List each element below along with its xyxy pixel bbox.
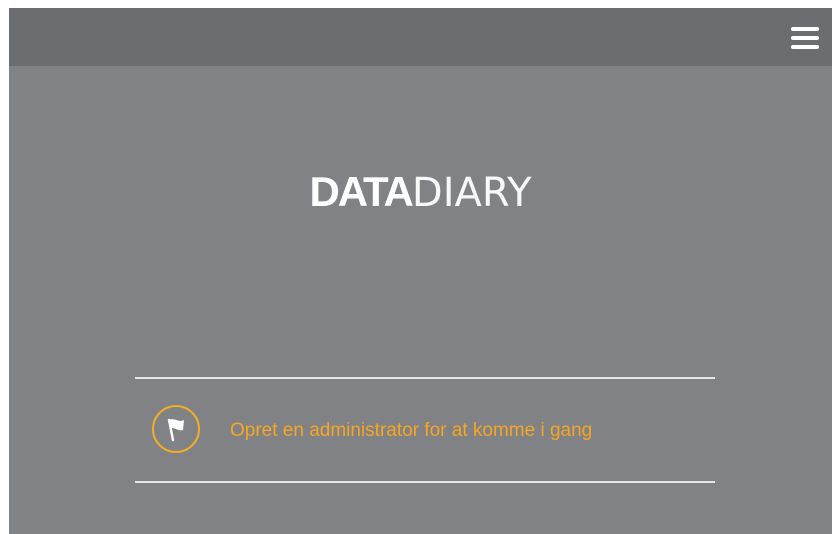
app-window: DATADIARY Opret en administrator for at … [9,8,832,534]
setup-notice[interactable]: Opret en administrator for at komme i ga… [135,379,715,481]
logo-bold-text: DATA [309,168,413,215]
logo: DATADIARY [9,168,832,217]
menu-line [791,36,819,40]
logo-light-text: DIARY [411,170,532,216]
hamburger-menu-icon[interactable] [791,27,819,49]
menu-line [791,27,819,31]
top-bar [9,8,832,66]
divider-bottom [135,481,715,483]
setup-admin-link[interactable]: Opret en administrator for at komme i ga… [230,420,592,442]
flag-icon [152,405,200,453]
menu-line [791,45,819,49]
